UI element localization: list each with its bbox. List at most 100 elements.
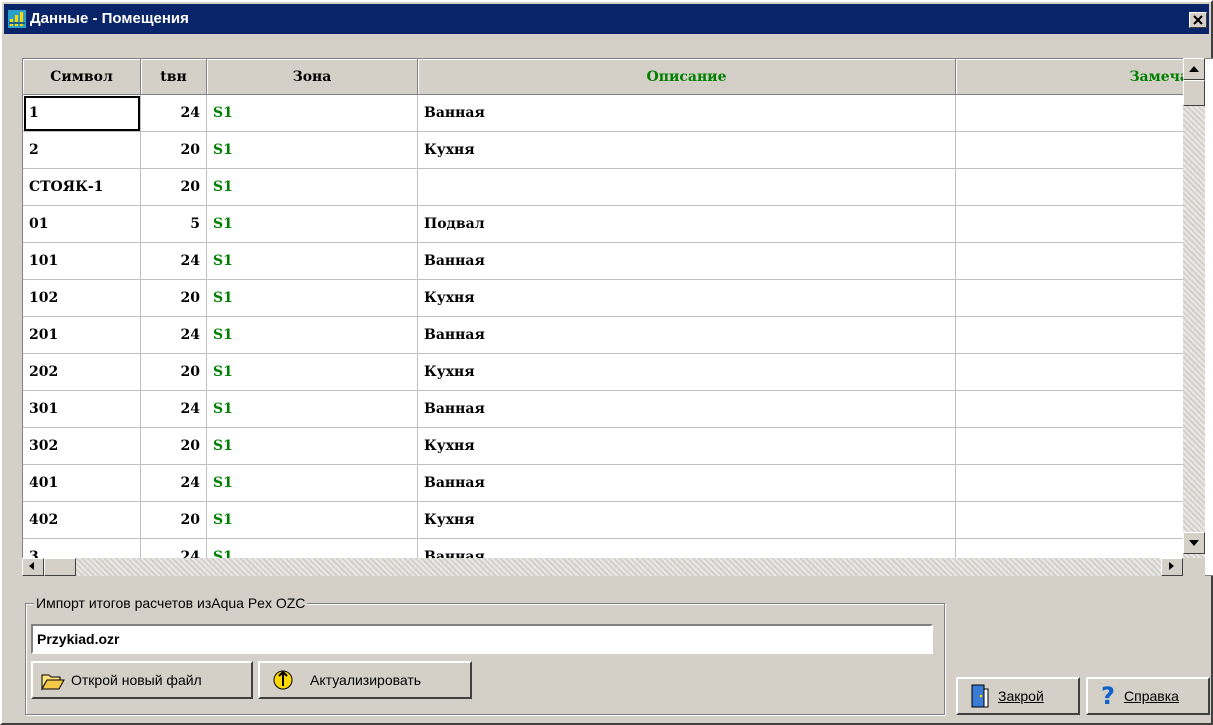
cell-zone[interactable]: S1 [207, 95, 418, 132]
rooms-table[interactable]: Символ tвн Зона Описание Замеча 1 24 S1 Ван… [22, 58, 1213, 576]
vertical-scrollbar[interactable] [1183, 58, 1205, 576]
cell-temperature[interactable]: 20 [141, 428, 207, 465]
horizontal-scrollbar[interactable] [22, 558, 1183, 576]
arrow-right-icon [1169, 562, 1174, 570]
cell-temperature[interactable]: 20 [141, 132, 207, 169]
open-folder-icon [41, 671, 65, 694]
cell-description[interactable]: Кухня [418, 354, 956, 391]
cell-description[interactable]: Ванная [418, 391, 956, 428]
cell-symbol[interactable]: 101 [23, 243, 141, 280]
cell-symbol[interactable]: 401 [23, 465, 141, 502]
cell-zone[interactable]: S1 [207, 132, 418, 169]
question-mark-icon: ? [1098, 682, 1118, 711]
scroll-left-button[interactable] [22, 558, 44, 576]
cell-zone[interactable]: S1 [207, 391, 418, 428]
cell-zone[interactable]: S1 [207, 317, 418, 354]
cell-symbol[interactable]: 1 [23, 95, 141, 132]
cell-temperature[interactable]: 20 [141, 502, 207, 539]
cell-notes[interactable] [956, 428, 1196, 465]
open-new-file-label: Открой новый файл [71, 672, 202, 688]
cell-temperature[interactable]: 24 [141, 465, 207, 502]
cell-temperature[interactable]: 20 [141, 280, 207, 317]
hscroll-thumb[interactable] [44, 558, 76, 576]
close-button[interactable]: Закрой [956, 677, 1080, 715]
cell-temperature[interactable]: 24 [141, 391, 207, 428]
cell-temperature[interactable]: 20 [141, 354, 207, 391]
cell-description[interactable]: Кухня [418, 280, 956, 317]
scroll-thumb[interactable] [1183, 80, 1205, 106]
cell-notes[interactable] [956, 132, 1196, 169]
cell-notes[interactable] [956, 95, 1196, 132]
cell-notes[interactable] [956, 502, 1196, 539]
arrow-down-icon [1189, 540, 1199, 546]
import-group-legend: Импорт итогов расчетов изAqua Pex OZC [34, 595, 308, 611]
cell-notes[interactable] [956, 206, 1196, 243]
cell-symbol[interactable]: 202 [23, 354, 141, 391]
cell-symbol[interactable]: СТОЯК-1 [23, 169, 141, 206]
cell-symbol[interactable]: 402 [23, 502, 141, 539]
title-bar[interactable]: Данные - Помещения [4, 4, 1209, 34]
app-icon [8, 10, 26, 28]
column-header-temperature[interactable]: tвн [141, 59, 207, 95]
cell-description[interactable]: Ванная [418, 465, 956, 502]
cell-notes[interactable] [956, 280, 1196, 317]
scroll-down-button[interactable] [1183, 532, 1205, 554]
cell-notes[interactable] [956, 169, 1196, 206]
cell-notes[interactable] [956, 243, 1196, 280]
cell-notes[interactable] [956, 391, 1196, 428]
scroll-corner [1183, 558, 1205, 576]
scroll-up-button[interactable] [1183, 58, 1205, 80]
close-window-button[interactable] [1189, 12, 1207, 28]
cell-temperature[interactable]: 24 [141, 95, 207, 132]
column-header-zone[interactable]: Зона [207, 59, 418, 95]
column-header-description[interactable]: Описание [418, 59, 956, 95]
close-label: Закрой [998, 688, 1044, 704]
cell-symbol[interactable]: 302 [23, 428, 141, 465]
cell-description[interactable]: Кухня [418, 428, 956, 465]
cell-description[interactable]: Кухня [418, 502, 956, 539]
cell-temperature[interactable]: 24 [141, 317, 207, 354]
cell-description[interactable] [418, 169, 956, 206]
cell-symbol[interactable]: 01 [23, 206, 141, 243]
door-exit-icon [970, 684, 990, 711]
cell-temperature[interactable]: 24 [141, 243, 207, 280]
arrow-left-icon [29, 562, 34, 570]
help-label: Справка [1124, 688, 1179, 704]
window-title: Данные - Помещения [30, 10, 189, 27]
cell-temperature[interactable]: 5 [141, 206, 207, 243]
cell-symbol[interactable]: 2 [23, 132, 141, 169]
cell-notes[interactable] [956, 317, 1196, 354]
cell-notes[interactable] [956, 354, 1196, 391]
cell-zone[interactable]: S1 [207, 206, 418, 243]
import-file-field[interactable]: Przykiad.ozr [31, 624, 933, 654]
update-button[interactable]: Актуализировать [258, 661, 472, 699]
help-button[interactable]: ? Справка [1086, 677, 1210, 715]
column-header-notes[interactable]: Замеча [956, 59, 1196, 95]
cell-description[interactable]: Ванная [418, 95, 956, 132]
cell-zone[interactable]: S1 [207, 243, 418, 280]
cell-zone[interactable]: S1 [207, 354, 418, 391]
cell-zone[interactable]: S1 [207, 280, 418, 317]
cell-description[interactable]: Кухня [418, 132, 956, 169]
cell-description[interactable]: Ванная [418, 317, 956, 354]
arrow-up-icon [1189, 66, 1199, 72]
cell-zone[interactable]: S1 [207, 428, 418, 465]
scroll-right-button[interactable] [1161, 558, 1183, 576]
update-icon [272, 667, 294, 696]
update-label: Актуализировать [310, 672, 422, 688]
cell-zone[interactable]: S1 [207, 502, 418, 539]
close-icon [1193, 15, 1203, 25]
cell-description[interactable]: Подвал [418, 206, 956, 243]
cell-zone[interactable]: S1 [207, 169, 418, 206]
open-new-file-button[interactable]: Открой новый файл [31, 661, 253, 699]
column-header-symbol[interactable]: Символ [23, 59, 141, 95]
cell-symbol[interactable]: 201 [23, 317, 141, 354]
cell-zone[interactable]: S1 [207, 465, 418, 502]
cell-description[interactable]: Ванная [418, 243, 956, 280]
window: Данные - Помещения Символ tвн Зона Описа… [0, 0, 1213, 725]
cell-notes[interactable] [956, 465, 1196, 502]
cell-temperature[interactable]: 20 [141, 169, 207, 206]
cell-symbol[interactable]: 102 [23, 280, 141, 317]
cell-symbol[interactable]: 301 [23, 391, 141, 428]
svg-text:?: ? [1101, 682, 1115, 708]
